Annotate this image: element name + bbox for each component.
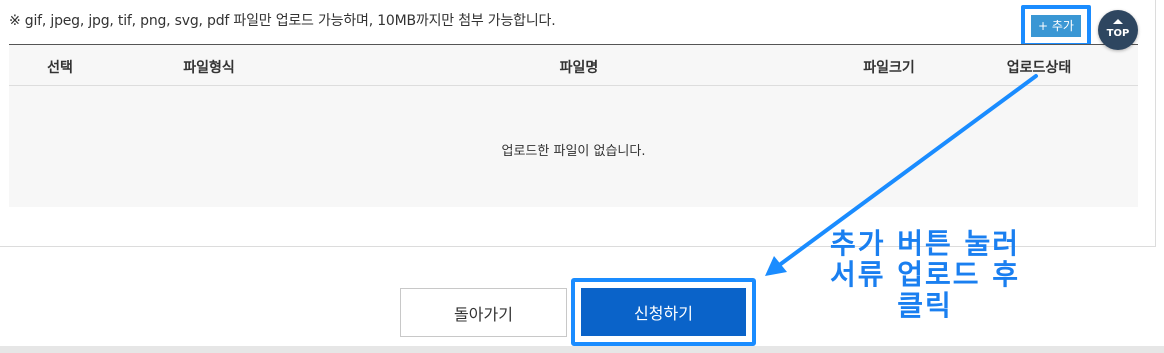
arrow-head bbox=[765, 256, 787, 276]
arrow-line bbox=[776, 74, 1038, 268]
bottom-bar bbox=[0, 346, 1164, 353]
annotation-arrow bbox=[765, 74, 1038, 276]
